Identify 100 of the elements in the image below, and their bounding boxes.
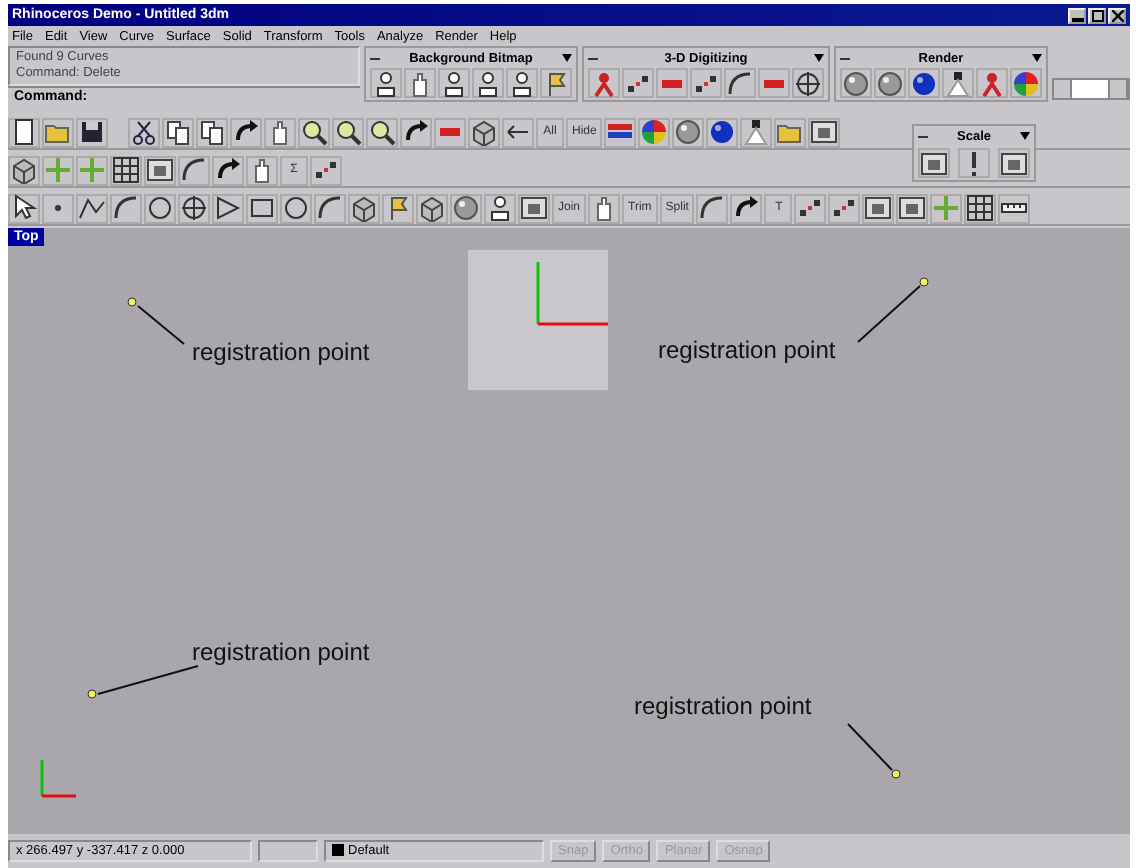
leader-line xyxy=(97,665,199,695)
toolbar-button[interactable] xyxy=(212,193,244,223)
toolbar-button[interactable] xyxy=(874,68,906,98)
pointer-icon xyxy=(10,194,38,222)
annotation-label: registration point xyxy=(192,338,370,366)
toolbar-button[interactable] xyxy=(280,193,312,223)
shaded-sphere-icon xyxy=(708,118,737,146)
toolbar-button[interactable] xyxy=(942,68,974,98)
toolbar-button[interactable] xyxy=(622,68,654,98)
toolbar-button[interactable] xyxy=(792,68,824,98)
toolbar-button[interactable] xyxy=(502,117,534,147)
magnifier-icon xyxy=(368,118,396,146)
circle-icon xyxy=(146,194,174,222)
curve-arrow-icon xyxy=(214,156,242,184)
magnifier-icon xyxy=(300,118,328,146)
annotation-label: registration point xyxy=(658,336,836,364)
toolbar-button[interactable] xyxy=(468,117,500,147)
toolbar-button[interactable] xyxy=(8,117,40,147)
toolbar-button[interactable] xyxy=(212,155,244,185)
toolbar-button[interactable] xyxy=(696,193,729,223)
close-button[interactable] xyxy=(1108,7,1126,23)
toolbar-button[interactable] xyxy=(958,148,990,178)
scissors-icon xyxy=(130,118,158,146)
toolbar-button[interactable] xyxy=(690,68,722,98)
toolbar-button[interactable] xyxy=(438,68,470,98)
toolbar-button[interactable] xyxy=(862,193,895,223)
toolbar-button[interactable] xyxy=(8,155,40,185)
toolbar-button[interactable] xyxy=(144,155,176,185)
sphere-icon xyxy=(876,69,904,97)
toolbar-button[interactable] xyxy=(450,193,482,223)
leader-line xyxy=(137,305,185,345)
maximize-icon xyxy=(1091,9,1103,21)
toolbar-button[interactable] xyxy=(828,193,861,223)
toolbar-button[interactable] xyxy=(42,193,74,223)
toolbar-button[interactable] xyxy=(506,68,538,98)
circle-icon xyxy=(282,194,310,222)
toolbar-button[interactable] xyxy=(724,68,756,98)
toolbar-button[interactable] xyxy=(348,193,380,223)
toolbar-button[interactable] xyxy=(332,117,364,147)
annotation-label: registration point xyxy=(192,638,370,666)
toolbar-button[interactable] xyxy=(918,148,950,178)
arc-icon xyxy=(316,194,344,222)
toolbar-button[interactable] xyxy=(416,193,448,223)
toolbar-button[interactable] xyxy=(76,193,108,223)
arc-icon xyxy=(726,69,754,97)
toolbar-button[interactable] xyxy=(8,193,40,223)
toolbar-button[interactable] xyxy=(76,117,108,147)
cross-icon xyxy=(44,156,72,184)
toolbar-button[interactable] xyxy=(794,193,827,223)
scroll-bar[interactable] xyxy=(1052,78,1130,100)
toolbar-button[interactable] xyxy=(162,117,194,147)
walker-icon xyxy=(978,69,1006,97)
sheets-icon xyxy=(164,118,192,146)
frame-icon xyxy=(1000,149,1028,177)
toolbar-button[interactable] xyxy=(110,155,142,185)
toolbar-button[interactable] xyxy=(998,148,1030,178)
figure-icon xyxy=(440,69,468,97)
toolbar-button[interactable] xyxy=(472,68,504,98)
toolbar-button[interactable] xyxy=(178,155,210,185)
toolbar-button[interactable] xyxy=(310,155,342,185)
maximize-button[interactable] xyxy=(1088,7,1106,23)
toolbar-button[interactable] xyxy=(896,193,929,223)
caret-icon[interactable] xyxy=(1032,54,1042,62)
leader-line xyxy=(857,285,921,343)
toolbar-button[interactable] xyxy=(484,193,516,223)
toolbar-button[interactable] xyxy=(370,68,402,98)
toolbar-button[interactable] xyxy=(808,117,841,147)
toolbar-button[interactable] xyxy=(178,193,210,223)
toolbar-button[interactable] xyxy=(314,193,346,223)
axis-icon xyxy=(40,760,76,798)
toolbar-button[interactable] xyxy=(740,117,773,147)
toolbar-button[interactable] xyxy=(230,117,262,147)
status-pane xyxy=(258,839,318,861)
toolbar-button[interactable] xyxy=(196,117,228,147)
toolbar-button[interactable] xyxy=(246,193,278,223)
toolbar-button[interactable] xyxy=(672,117,705,147)
toolbar-button[interactable] xyxy=(144,193,176,223)
toolbar-button[interactable] xyxy=(298,117,330,147)
shaded-sphere-icon xyxy=(910,69,938,97)
toolbar-button[interactable] xyxy=(998,193,1031,223)
annotation-label: registration point xyxy=(634,692,812,720)
toolbar-button[interactable] xyxy=(366,117,398,147)
sphere-icon xyxy=(842,69,870,97)
caret-icon[interactable] xyxy=(562,54,572,62)
toolbar-button[interactable] xyxy=(964,193,997,223)
toolbar-button[interactable] xyxy=(400,117,432,147)
walker-icon xyxy=(590,69,618,97)
toolbar-button[interactable] xyxy=(110,193,142,223)
caret-icon[interactable] xyxy=(814,54,824,62)
toolbar-button[interactable] xyxy=(730,193,763,223)
toolbar-button[interactable] xyxy=(518,193,550,223)
cross-icon xyxy=(932,194,961,222)
grid-icon xyxy=(112,156,140,184)
toolbar-button[interactable] xyxy=(128,117,160,147)
caret-icon[interactable] xyxy=(1020,132,1030,140)
color-wheel-icon xyxy=(1012,69,1040,97)
layer-swatch-icon xyxy=(332,844,344,856)
toolbar-button[interactable] xyxy=(840,68,872,98)
construction-plane-drawing xyxy=(468,250,608,390)
minimize-button[interactable] xyxy=(1068,7,1086,23)
